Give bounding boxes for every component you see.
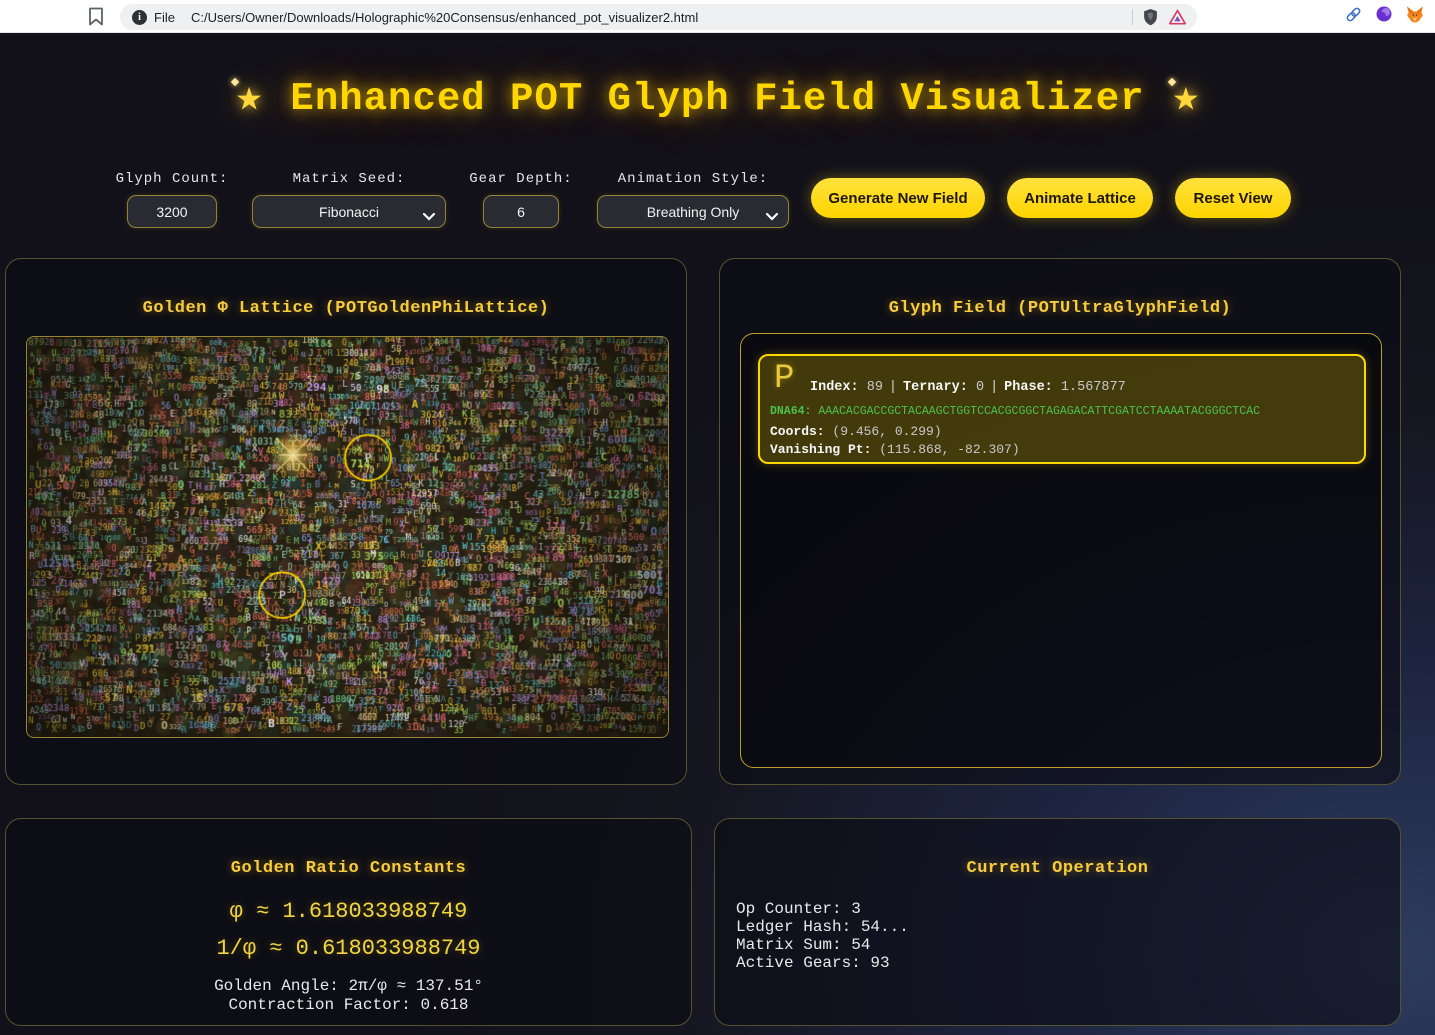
page-title: Enhanced POT Glyph Field Visualizer	[290, 77, 1144, 121]
glyph-field-panel: Glyph Field (POTUltraGlyphField) P Index…	[719, 258, 1401, 785]
generate-new-field-button[interactable]: Generate New Field	[811, 178, 985, 218]
glyph-index-row: Index: 89 | Ternary: 0 | Phase: 1.567877	[810, 380, 1126, 395]
dna64-row: DNA64: AAACACGACCGCTACAAGCTGGTCCACGCGGCT…	[770, 405, 1260, 418]
dna64-value: AAACACGACCGCTACAAGCTGGTCCACGCGGCTAGAGACA…	[818, 405, 1260, 418]
glowing-star-icon: ★	[236, 77, 263, 121]
phase-value: 1.567877	[1061, 380, 1126, 395]
chevron-down-icon	[766, 208, 778, 224]
file-scheme-label: File	[154, 10, 175, 25]
glyph-field-frame: P Index: 89 | Ternary: 0 | Phase: 1.567877 D…	[740, 333, 1382, 768]
animate-lattice-button[interactable]: Animate Lattice	[1007, 178, 1153, 218]
ledger-hash-line: Ledger Hash: 54...	[736, 918, 909, 936]
dna64-label: DNA64:	[770, 405, 811, 418]
address-bar[interactable]: i File C:/Users/Owner/Downloads/Holograp…	[120, 4, 1197, 30]
current-operation-panel: Current Operation Op Counter: 3 Ledger H…	[714, 818, 1401, 1026]
animation-style-label: Animation Style:	[597, 171, 789, 187]
addressbar-divider	[1132, 9, 1133, 25]
constants-panel-title: Golden Ratio Constants	[6, 859, 691, 878]
matrix-seed-select[interactable]: Fibonacci	[252, 195, 446, 228]
golden-ratio-constants-panel: Golden Ratio Constants φ ≈ 1.61803398874…	[5, 818, 692, 1026]
animation-style-control: Animation Style: Breathing Only	[597, 171, 789, 228]
vanishing-value: (115.868, -82.307)	[879, 442, 1019, 457]
index-value: 89	[867, 380, 883, 395]
constants-body: φ ≈ 1.618033988749 1/φ ≈ 0.618033988749 …	[6, 897, 691, 1015]
bookmark-icon[interactable]	[88, 7, 104, 31]
reset-view-button[interactable]: Reset View	[1175, 178, 1291, 218]
separator: |	[889, 380, 897, 395]
page-info-icon[interactable]: i	[132, 10, 147, 25]
contraction-factor-constant: Contraction Factor: 0.618	[6, 996, 691, 1015]
separator: |	[990, 380, 998, 395]
inverse-phi-constant: 1/φ ≈ 0.618033988749	[6, 934, 691, 964]
gear-depth-control: Gear Depth:	[466, 171, 576, 228]
wallet-extension-icon[interactable]	[1375, 5, 1393, 28]
extension-icons	[1344, 0, 1425, 33]
index-label: Index:	[810, 380, 859, 395]
selected-glyph: P	[774, 360, 794, 398]
matrix-sum-line: Matrix Sum: 54	[736, 936, 909, 954]
phi-constant: φ ≈ 1.618033988749	[6, 897, 691, 927]
golden-lattice-panel: Golden Φ Lattice (POTGoldenPhiLattice)	[5, 258, 687, 785]
vanishing-point-row: Vanishing Pt: (115.868, -82.307)	[770, 442, 1020, 457]
glyph-count-input[interactable]	[127, 195, 217, 228]
vanishing-label: Vanishing Pt:	[770, 442, 871, 457]
gear-depth-label: Gear Depth:	[466, 171, 576, 187]
coords-label: Coords:	[770, 424, 825, 439]
brave-shield-icon[interactable]	[1142, 8, 1159, 27]
animation-style-select[interactable]: Breathing Only	[597, 195, 789, 228]
bat-rewards-icon[interactable]	[1168, 9, 1187, 26]
ternary-label: Ternary:	[903, 380, 968, 395]
coords-row: Coords: (9.456, 0.299)	[770, 424, 942, 439]
matrix-seed-label: Matrix Seed:	[252, 171, 446, 187]
link-extension-icon[interactable]	[1344, 5, 1363, 29]
operation-panel-title: Current Operation	[715, 859, 1400, 878]
glyph-info-card: P Index: 89 | Ternary: 0 | Phase: 1.567877 D…	[758, 354, 1366, 464]
glyph-count-control: Glyph Count:	[112, 171, 232, 228]
lattice-canvas[interactable]	[26, 336, 669, 738]
animation-style-value: Breathing Only	[647, 204, 740, 220]
op-counter-line: Op Counter: 3	[736, 900, 909, 918]
matrix-seed-value: Fibonacci	[319, 204, 379, 220]
metamask-icon[interactable]	[1405, 5, 1425, 29]
gear-depth-input[interactable]	[483, 195, 559, 228]
chevron-down-icon	[423, 208, 435, 224]
glyph-field-panel-title: Glyph Field (POTUltraGlyphField)	[720, 299, 1400, 318]
lattice-panel-title: Golden Φ Lattice (POTGoldenPhiLattice)	[6, 299, 686, 318]
browser-toolbar: i File C:/Users/Owner/Downloads/Holograp…	[0, 0, 1435, 33]
matrix-seed-control: Matrix Seed: Fibonacci	[252, 171, 446, 228]
active-gears-line: Active Gears: 93	[736, 954, 909, 972]
visualizer-page: ★ Enhanced POT Glyph Field Visualizer ★ …	[0, 33, 1435, 1035]
glowing-star-icon: ★	[1173, 77, 1200, 121]
coords-value: (9.456, 0.299)	[832, 424, 941, 439]
operation-body: Op Counter: 3 Ledger Hash: 54... Matrix …	[736, 900, 909, 972]
ternary-value: 0	[976, 380, 984, 395]
url-text[interactable]: C:/Users/Owner/Downloads/Holographic%20C…	[191, 10, 698, 25]
golden-angle-constant: Golden Angle: 2π/φ ≈ 137.51°	[6, 977, 691, 996]
glyph-count-label: Glyph Count:	[112, 171, 232, 187]
phase-label: Phase:	[1004, 380, 1053, 395]
app-title-row: ★ Enhanced POT Glyph Field Visualizer ★	[0, 77, 1435, 121]
